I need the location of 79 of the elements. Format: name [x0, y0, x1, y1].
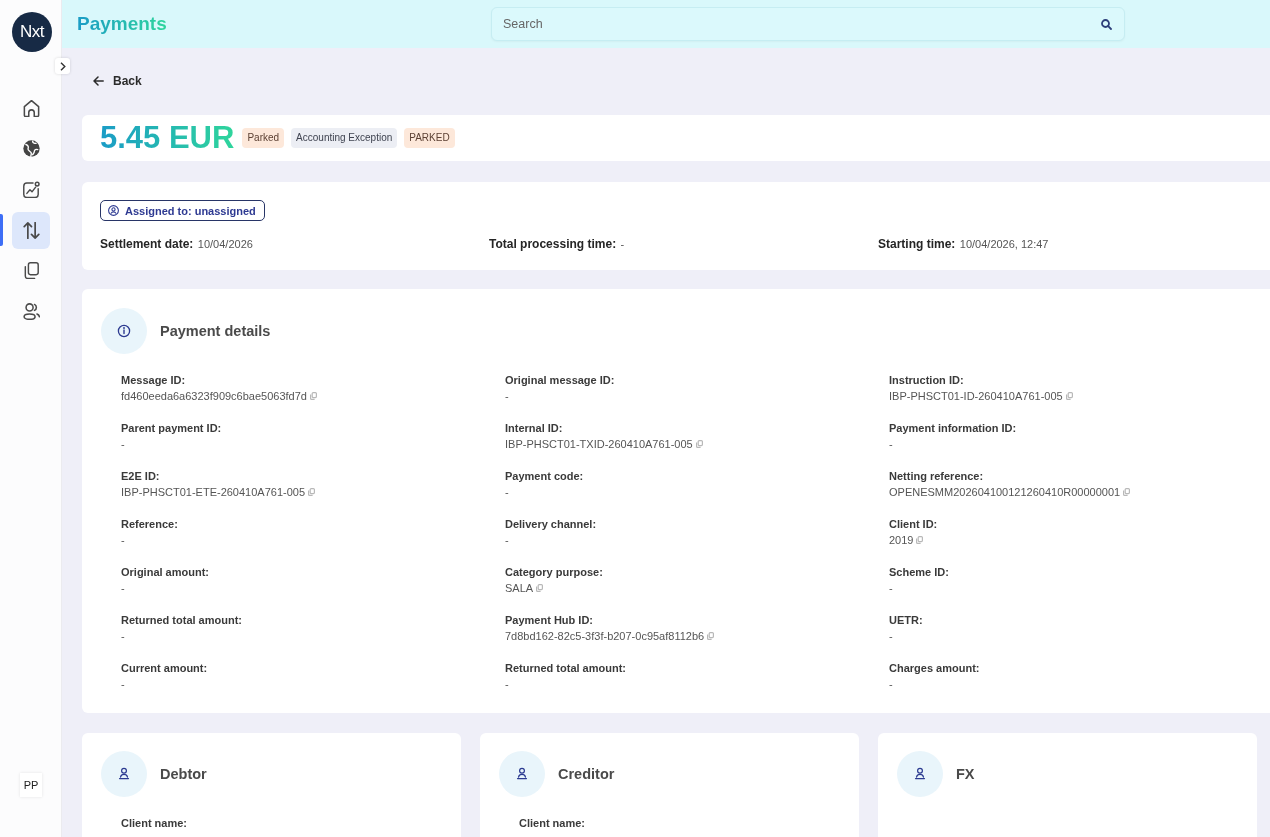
search-field[interactable]: Search — [491, 7, 1125, 41]
field-label: Payment information ID: — [889, 422, 1018, 435]
sidebar-toggle-button[interactable] — [55, 58, 70, 74]
user-circle-icon — [108, 205, 119, 216]
home-icon — [22, 99, 40, 117]
field-value: - — [505, 533, 509, 547]
status-tag: Parked — [242, 128, 285, 148]
field-value: IBP-PHSCT01-ID-260410A761-005 — [889, 389, 1063, 403]
field-label: Payment code: — [505, 470, 585, 483]
assignee-button[interactable]: Assigned to: unassigned — [100, 200, 265, 221]
field-label: Delivery channel: — [505, 518, 598, 531]
field-value: - — [889, 629, 893, 643]
field-value: 2019 — [889, 533, 914, 547]
field-label: E2E ID: — [121, 470, 161, 483]
field-label: Client ID: — [889, 518, 939, 531]
user-avatar[interactable]: PP — [20, 773, 42, 797]
globe-icon — [22, 140, 40, 158]
field-value: - — [121, 581, 125, 595]
field-label: Charges amount: — [889, 662, 981, 675]
field-label: Payment Hub ID: — [505, 614, 594, 627]
field-value: fd460eeda6a6323f909c6bae5063fd7d — [121, 389, 307, 403]
field-label: Internal ID: — [505, 422, 564, 435]
section-title: Creditor — [558, 766, 615, 782]
field-value: - — [505, 485, 509, 499]
section-title: Payment details — [160, 323, 271, 339]
field-label: Client name: — [121, 817, 188, 830]
field-label: Original amount: — [121, 566, 210, 579]
field-value: OPENESMM202604100121260410R00000001 — [889, 485, 1121, 499]
arrows-up-down-icon — [22, 221, 40, 239]
field-value: - — [889, 437, 893, 451]
field-label: Original message ID: — [505, 374, 616, 387]
field-value: SALA — [505, 581, 534, 595]
nav-item[interactable] — [12, 211, 50, 249]
field-label: Current amount: — [121, 662, 209, 675]
field-label: Parent payment ID: — [121, 422, 223, 435]
field-label: Category purpose: — [505, 566, 604, 579]
field-label: UETR: — [889, 614, 924, 627]
field-value: - — [889, 581, 893, 595]
field-value: IBP-PHSCT01-ETE-260410A761-005 — [121, 485, 306, 499]
person-icon — [499, 751, 545, 797]
field-value: - — [121, 533, 125, 547]
app-logo: Nxt — [12, 12, 52, 52]
field-value: - — [121, 629, 125, 643]
field-value: - — [505, 677, 509, 691]
arrow-left-icon — [93, 76, 104, 86]
field-label: Reference: — [121, 518, 179, 531]
field-label: Message ID: — [121, 374, 187, 387]
field-value: - — [121, 677, 125, 691]
field-label: Instruction ID: — [889, 374, 965, 387]
person-icon — [101, 751, 147, 797]
field-label: Client name: — [519, 817, 586, 830]
summary-label: Total processing time: — [489, 237, 617, 251]
search-icon[interactable] — [1101, 18, 1112, 30]
person-icon — [897, 751, 943, 797]
documents-icon — [22, 262, 40, 280]
field-label: Netting reference: — [889, 470, 985, 483]
summary-value: - — [620, 238, 625, 250]
field-value: - — [121, 437, 125, 451]
selection-indicator — [0, 214, 3, 247]
back-link[interactable]: Back — [93, 72, 142, 90]
summary-value: 10/04/2026 — [197, 238, 253, 250]
summary-label: Settlement date: — [100, 237, 194, 251]
field-label: Returned total amount: — [121, 614, 243, 627]
field-label: Scheme ID: — [889, 566, 950, 579]
info-icon — [101, 308, 147, 354]
field-value: - — [505, 389, 509, 403]
chart-icon — [22, 181, 40, 198]
field-value: - — [889, 677, 893, 691]
field-value: 7d8bd162-82c5-3f3f-b207-0c95af8112b6 — [505, 629, 705, 643]
section-title: FX — [956, 766, 975, 782]
status-tag: PARKED — [404, 128, 455, 148]
chevron-right-icon — [59, 61, 66, 71]
field-label: Returned total amount: — [505, 662, 627, 675]
field-value: IBP-PHSCT01-TXID-260410A761-005 — [505, 437, 693, 451]
status-tag: Accounting Exception — [291, 128, 398, 148]
summary-label: Starting time: — [878, 237, 956, 251]
summary-value: 10/04/2026, 12:47 — [959, 238, 1049, 250]
users-icon — [22, 302, 40, 320]
section-title: Debtor — [160, 766, 207, 782]
